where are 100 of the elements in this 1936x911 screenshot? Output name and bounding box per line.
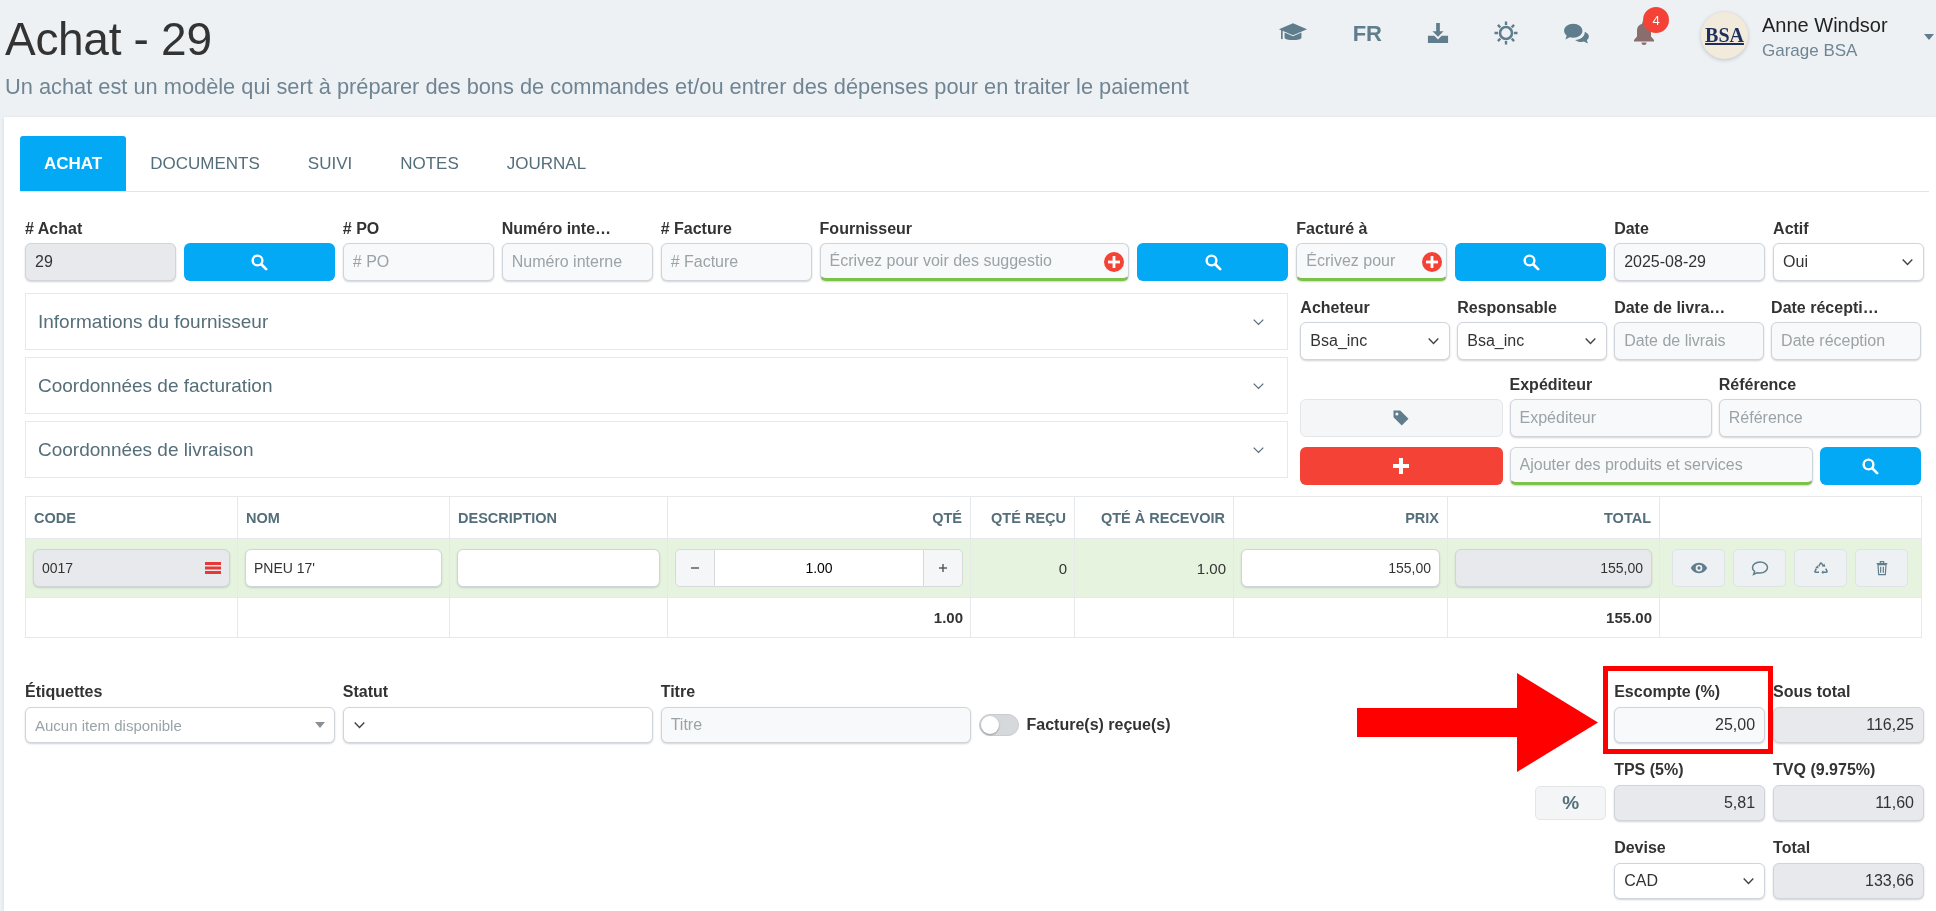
toggle-switch[interactable] — [978, 714, 1019, 736]
chevron-down-icon — [352, 721, 366, 729]
field-label: Actif — [1773, 219, 1810, 239]
sun-icon[interactable] — [1494, 21, 1518, 45]
search-icon — [1203, 253, 1222, 271]
select-field[interactable]: Bsa_inc — [1300, 322, 1451, 360]
column-header: TOTAL — [1447, 496, 1660, 539]
user-name[interactable]: Anne Windsor — [1762, 13, 1912, 37]
graduation-cap-icon[interactable] — [1277, 22, 1308, 43]
total-cell: 1.00 — [667, 597, 971, 638]
field-label: Date de livra… — [1614, 298, 1727, 318]
field-label: Étiquettes — [25, 682, 104, 702]
tab[interactable]: JOURNAL — [482, 136, 611, 191]
column-header: DESCRIPTION — [449, 496, 668, 539]
accordion-header[interactable]: Informations du fournisseur — [25, 293, 1289, 350]
percent-button[interactable]: % — [1535, 786, 1607, 820]
field-label: Devise — [1614, 838, 1667, 858]
price-field[interactable]: 155,00 — [1241, 549, 1440, 587]
field-label: Titre — [660, 682, 697, 702]
search-button[interactable] — [183, 243, 335, 281]
comment-button[interactable] — [1733, 549, 1786, 587]
page-subtitle: Un achat est un modèle qui sert à préparer des bons de commandes et/ou entrer des dépenses pour en traiter le paiement — [5, 74, 1189, 100]
chevron-down-icon — [1584, 337, 1598, 345]
caret-icon[interactable] — [1924, 34, 1934, 40]
plus-icon — [938, 563, 948, 573]
field-label: Sous total — [1773, 682, 1852, 702]
tab[interactable]: NOTES — [376, 136, 483, 191]
chevron-down-icon — [1427, 337, 1441, 345]
input-field[interactable]: # Facture — [660, 243, 812, 281]
notification-badge: 4 — [1643, 7, 1669, 33]
input-field[interactable]: Date de livrais — [1614, 322, 1765, 360]
field-label: # PO — [342, 219, 381, 239]
field-label: Référence — [1718, 375, 1798, 395]
total-field[interactable]: 155,00 — [1455, 549, 1652, 587]
quantity-field[interactable]: 1.00 — [715, 549, 923, 587]
field-label: TPS (5%) — [1614, 760, 1685, 780]
logo-avatar[interactable]: BSA — [1701, 12, 1748, 59]
field-label: Facturé à — [1296, 219, 1369, 239]
column-header: QTÉ REÇU — [970, 496, 1075, 539]
autocomplete-field[interactable]: Ajouter des produits et services — [1509, 447, 1813, 485]
chat-icon[interactable] — [1563, 22, 1589, 44]
field-label: Acheteur — [1300, 298, 1371, 318]
add-circle-icon[interactable] — [1422, 252, 1443, 272]
description-field[interactable] — [457, 549, 660, 587]
chevron-down-icon — [1901, 258, 1914, 266]
search-icon — [1521, 253, 1540, 271]
field-label: Date — [1614, 219, 1650, 239]
input-field[interactable]: Numéro interne — [501, 243, 653, 281]
field-label: Responsable — [1457, 298, 1558, 318]
tab[interactable]: DOCUMENTS — [126, 136, 284, 191]
column-header: PRIX — [1233, 496, 1448, 539]
input-field[interactable]: Expéditeur — [1509, 399, 1712, 437]
stack-icon[interactable] — [205, 562, 221, 574]
accordion-header[interactable]: Coordonnées de facturation — [25, 357, 1289, 414]
company-name: Garage BSA — [1762, 40, 1859, 62]
select-field[interactable]: CAD — [1614, 863, 1766, 899]
column-header: QTÉ — [667, 496, 971, 539]
code-field[interactable]: 0017 — [33, 549, 230, 587]
comment-icon — [1750, 560, 1769, 576]
chevron-down-icon — [1742, 877, 1756, 885]
autocomplete-field[interactable]: Écrivez pour voir des suggestio — [819, 243, 1130, 281]
search-button[interactable] — [1455, 243, 1607, 281]
field-label: # Achat — [25, 219, 84, 239]
total-cell: 155.00 — [1447, 597, 1660, 638]
field-label: Fournisseur — [819, 219, 914, 239]
accordion-header[interactable]: Coordonnées de livraison — [25, 421, 1289, 478]
caret-icon — [314, 722, 325, 728]
table-cell: 0 — [970, 538, 1075, 598]
select-field[interactable]: Bsa_inc — [1457, 322, 1608, 360]
toggle-label: Facture(s) reçue(s) — [1026, 716, 1171, 734]
input-field[interactable]: 2025-08-29 — [1614, 243, 1766, 281]
input-field[interactable]: Date réception — [1771, 322, 1921, 360]
add-circle-icon[interactable] — [1104, 252, 1125, 272]
column-header: NOM — [237, 496, 450, 539]
tab[interactable]: SUIVI — [283, 136, 377, 191]
view-button[interactable] — [1672, 549, 1725, 587]
column-header: QTÉ À RECEVOIR — [1074, 496, 1234, 539]
search-button[interactable] — [1137, 243, 1289, 281]
name-field[interactable]: PNEU 17' — [245, 549, 442, 587]
select-field[interactable]: Oui — [1773, 243, 1924, 281]
amount-field[interactable]: 25,00 — [1614, 707, 1766, 743]
download-icon[interactable] — [1427, 22, 1449, 44]
field-label: Statut — [342, 682, 390, 702]
select-field[interactable] — [342, 707, 653, 743]
chevron-down-icon — [1252, 445, 1266, 454]
input-field[interactable]: # PO — [342, 243, 494, 281]
chevron-down-icon — [1252, 317, 1266, 326]
column-header: CODE — [25, 496, 238, 539]
search-icon — [250, 253, 269, 271]
field-label: Date récepti… — [1771, 298, 1880, 318]
field-label: Escompte (%) — [1614, 682, 1721, 702]
input-field[interactable]: Titre — [660, 707, 971, 743]
language-button[interactable]: FR — [1352, 21, 1382, 46]
recycle-button[interactable] — [1794, 549, 1847, 587]
search-button[interactable] — [1819, 447, 1921, 485]
input-field[interactable]: Référence — [1718, 399, 1921, 437]
delete-button[interactable] — [1855, 549, 1908, 587]
autocomplete-field[interactable]: Écrivez pour — [1296, 243, 1448, 281]
field-label: TVQ (9.975%) — [1773, 760, 1877, 780]
chevron-down-icon — [1252, 381, 1266, 390]
